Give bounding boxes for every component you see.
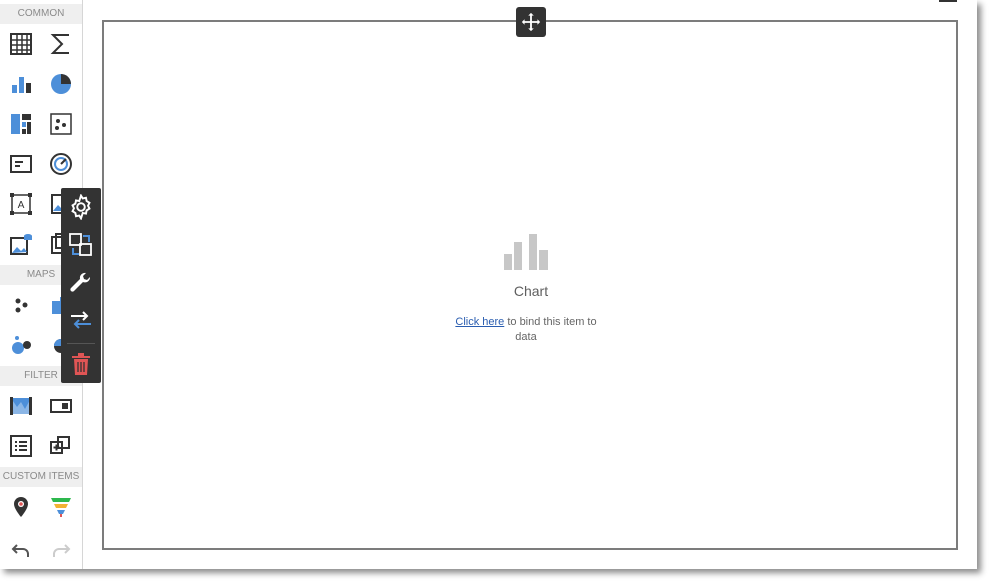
menu-separator	[67, 343, 95, 344]
tree-view-icon[interactable]	[48, 433, 74, 459]
sigma-icon[interactable]	[48, 31, 74, 57]
list-box-icon[interactable]	[8, 433, 34, 459]
wrench-icon[interactable]	[61, 265, 101, 301]
window-edge-marker	[939, 0, 957, 2]
card-icon[interactable]	[8, 151, 34, 177]
delete-icon[interactable]	[61, 346, 101, 382]
scatter-chart-icon[interactable]	[48, 111, 74, 137]
gear-icon[interactable]	[61, 189, 101, 225]
undo-icon[interactable]	[8, 537, 34, 563]
svg-text:A: A	[18, 200, 25, 211]
chart-item-title: Chart	[513, 283, 549, 299]
bar-chart-icon[interactable]	[8, 71, 34, 97]
bound-image-icon[interactable]	[8, 231, 34, 257]
online-map-icon[interactable]	[8, 494, 34, 520]
range-filter-icon[interactable]	[8, 393, 34, 419]
funnel-icon[interactable]	[48, 494, 74, 520]
section-custom-items: CUSTOM ITEMS	[0, 467, 82, 487]
pie-chart-icon[interactable]	[48, 71, 74, 97]
gauge-icon[interactable]	[48, 151, 74, 177]
redo-icon[interactable]	[48, 537, 74, 563]
treemap-icon[interactable]	[8, 111, 34, 137]
swap-icon[interactable]	[61, 302, 101, 338]
bubble-map-icon[interactable]	[8, 332, 34, 358]
item-menu	[61, 188, 101, 383]
text-box-icon[interactable]: A	[8, 191, 34, 217]
section-common: COMMON	[0, 4, 82, 24]
convert-icon[interactable]	[61, 227, 101, 263]
combo-box-icon[interactable]	[48, 393, 74, 419]
chart-placeholder-icon	[503, 232, 551, 277]
bind-data-message: Click here to bind this item to data	[450, 315, 602, 345]
move-handle[interactable]	[516, 7, 546, 37]
move-icon	[521, 12, 541, 32]
bind-data-text: to bind this item to data	[504, 316, 597, 343]
bind-data-link[interactable]: Click here	[455, 316, 504, 328]
grid-icon[interactable]	[8, 31, 34, 57]
